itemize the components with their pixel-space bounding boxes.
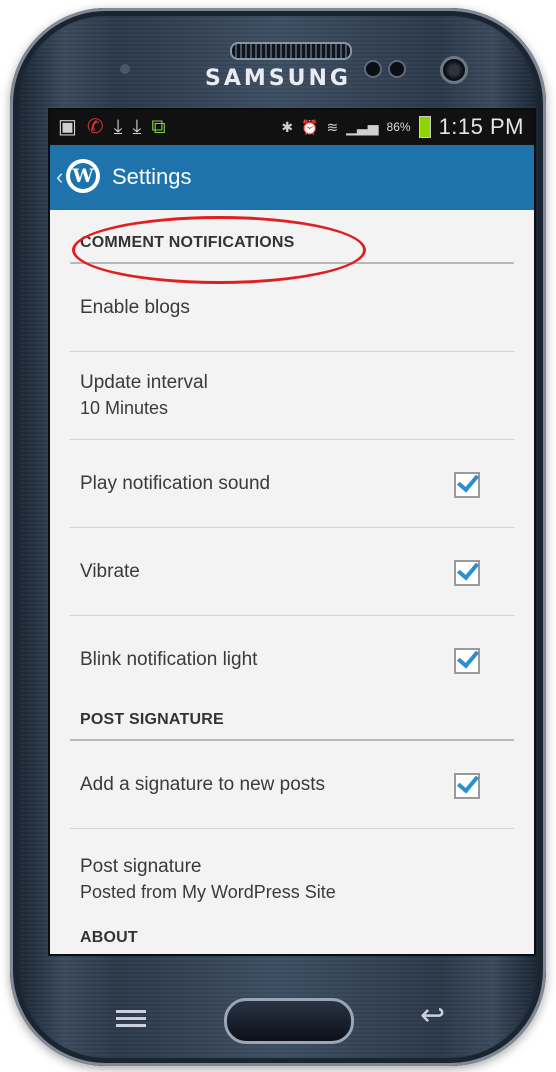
- settings-list: COMMENT NOTIFICATIONS Enable blogs Updat…: [50, 210, 534, 954]
- add-signature-checkbox[interactable]: [454, 772, 480, 799]
- battery-percentage: 86%: [386, 120, 411, 134]
- home-button[interactable]: [224, 998, 354, 1044]
- blink-light-checkbox[interactable]: [454, 647, 480, 674]
- pref-enable-blogs[interactable]: Enable blogs: [70, 264, 514, 352]
- hardware-back-icon[interactable]: ↩: [420, 998, 445, 1033]
- proximity-sensor: [364, 60, 382, 78]
- pref-label: Add a signature to new posts: [80, 773, 326, 795]
- screenshot-icon: ⧉: [151, 116, 166, 138]
- pref-label: Update interval: [80, 372, 208, 393]
- download-icon: ⤓: [132, 116, 142, 138]
- pref-summary: Posted from My WordPress Site: [80, 881, 336, 902]
- keyboard-icon: ▣: [58, 116, 77, 138]
- section-header-comment-notifications: COMMENT NOTIFICATIONS: [70, 210, 514, 264]
- light-sensor: [388, 60, 406, 78]
- status-bar: ▣ ✆ ⤓ ⤓ ⧉ ✱ ⏰ ≋ ▁▃▅ 86% 1:15 PM: [50, 110, 534, 145]
- back-chevron-icon[interactable]: ‹: [56, 164, 63, 190]
- missed-call-icon: ✆: [86, 116, 104, 138]
- pref-summary: 10 Minutes: [80, 398, 169, 418]
- pref-add-signature[interactable]: Add a signature to new posts: [70, 741, 514, 829]
- status-clock: 1:15 PM: [438, 114, 524, 139]
- phone-screen: ▣ ✆ ⤓ ⤓ ⧉ ✱ ⏰ ≋ ▁▃▅ 86% 1:15 PM ‹ W Sett…: [48, 108, 536, 956]
- section-header-about: ABOUT: [80, 929, 138, 946]
- pref-label: Blink notification light: [80, 648, 258, 670]
- page-title: Settings: [112, 164, 192, 189]
- section-header-post-signature: POST SIGNATURE: [70, 703, 514, 741]
- device-brand-logo: SAMSUNG: [205, 66, 351, 91]
- wifi-icon: ≋: [326, 118, 339, 135]
- wordpress-logo-icon[interactable]: W: [66, 159, 100, 193]
- action-bar: ‹ W Settings: [50, 145, 534, 210]
- pref-label: Post signature: [80, 855, 202, 877]
- pref-post-signature[interactable]: Post signature Posted from My WordPress …: [70, 829, 514, 929]
- front-camera: [440, 56, 468, 84]
- pref-play-notification-sound[interactable]: Play notification sound: [70, 440, 514, 528]
- pref-label: Enable blogs: [80, 296, 190, 318]
- pref-label: Vibrate: [80, 560, 140, 582]
- signal-icon: ▁▃▅: [346, 118, 379, 135]
- hardware-menu-key[interactable]: [116, 1006, 146, 1028]
- pref-update-interval[interactable]: Update interval 10 Minutes: [70, 352, 514, 440]
- pref-blink-notification-light[interactable]: Blink notification light: [70, 616, 514, 703]
- battery-icon: [418, 116, 431, 138]
- earpiece-speaker: [230, 42, 352, 60]
- pref-label: Play notification sound: [80, 472, 271, 494]
- bluetooth-icon: ✱: [281, 118, 294, 135]
- vibrate-checkbox[interactable]: [454, 559, 480, 586]
- notification-sound-checkbox[interactable]: [454, 471, 480, 498]
- alarm-icon: ⏰: [301, 118, 319, 135]
- pref-vibrate[interactable]: Vibrate: [70, 528, 514, 616]
- download-icon: ⤓: [113, 116, 123, 138]
- notification-led: [120, 64, 130, 74]
